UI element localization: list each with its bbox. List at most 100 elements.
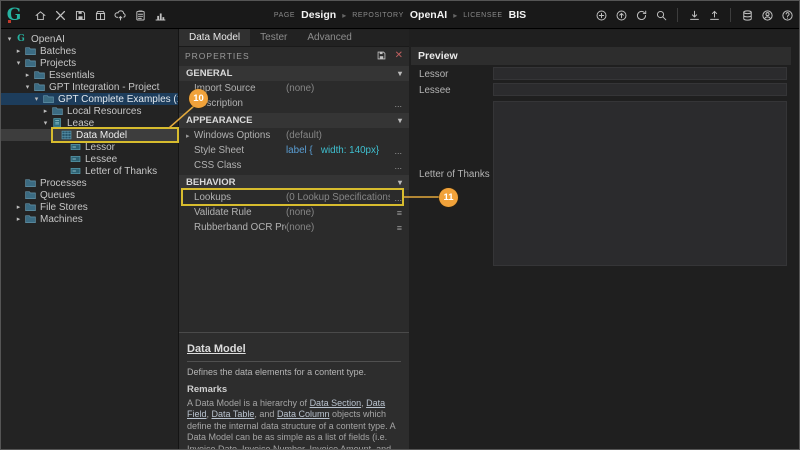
- help-pane: Data Model Defines the data elements for…: [179, 332, 409, 450]
- tree-item-letter-of-thanks[interactable]: Letter of Thanks: [1, 165, 179, 177]
- tree-item-lease[interactable]: ▾ Lease: [1, 117, 179, 129]
- page-value[interactable]: Design: [301, 9, 336, 21]
- upload-icon[interactable]: [707, 8, 721, 22]
- property-row-windows-options[interactable]: ▸Windows Options(default): [179, 128, 409, 143]
- property-value[interactable]: (none): [286, 222, 393, 233]
- property-row-css-class[interactable]: CSS Class...: [179, 158, 409, 173]
- close-properties-icon[interactable]: ✕: [395, 50, 403, 61]
- section-header-appearance[interactable]: APPEARANCE ▾: [179, 113, 409, 128]
- user-icon[interactable]: [760, 8, 774, 22]
- preview-input-lessor[interactable]: [493, 67, 787, 80]
- download-icon[interactable]: [687, 8, 701, 22]
- toolbar-right-icons: [594, 1, 794, 29]
- property-row-rubberband-ocr-profile[interactable]: Rubberband OCR Profile(none)≡: [179, 220, 409, 235]
- preview-input-lessee[interactable]: [493, 83, 787, 96]
- section-title: BEHAVIOR: [186, 177, 235, 188]
- tree-expander-icon[interactable]: ▾: [23, 83, 32, 91]
- chevron-down-icon[interactable]: ▾: [398, 69, 402, 78]
- folder-icon: [50, 105, 64, 117]
- tree-expander-icon[interactable]: ▸: [14, 47, 23, 55]
- property-row-lookups[interactable]: Lookups(0 Lookup Specifications)...: [179, 190, 409, 205]
- content-icon: [50, 117, 64, 129]
- save-properties-icon[interactable]: [375, 49, 389, 63]
- stats-icon[interactable]: [153, 8, 167, 22]
- section-title: APPEARANCE: [186, 115, 253, 126]
- properties-title: PROPERTIES: [185, 51, 375, 61]
- tree-expander-icon[interactable]: ▸: [41, 107, 50, 115]
- up-circle-icon[interactable]: [614, 8, 628, 22]
- tab-tester[interactable]: Tester: [250, 29, 297, 46]
- preview-textarea-letter-of-thanks[interactable]: [493, 101, 787, 266]
- property-value[interactable]: (0 Lookup Specifications): [286, 192, 390, 203]
- tasks-icon[interactable]: [133, 8, 147, 22]
- tab-data-model[interactable]: Data Model: [179, 29, 250, 46]
- tree-expander-icon[interactable]: ▸: [14, 215, 23, 223]
- section-header-behavior[interactable]: BEHAVIOR ▾: [179, 175, 409, 190]
- help-link-data-table[interactable]: Data Table: [212, 409, 255, 419]
- field-icon: [68, 153, 82, 165]
- tree-item-processes[interactable]: Processes: [1, 177, 179, 189]
- menu-button[interactable]: ≡: [397, 223, 402, 233]
- folder-icon: [41, 93, 55, 105]
- property-value[interactable]: label { width: 140px}: [286, 145, 390, 156]
- help-title-link[interactable]: Data Model: [187, 343, 246, 355]
- property-value-part: width: 140px}: [313, 145, 379, 156]
- property-value[interactable]: (default): [286, 130, 402, 141]
- batches-icon[interactable]: [93, 8, 107, 22]
- help-link-data-section[interactable]: Data Section: [310, 398, 362, 408]
- section-header-general[interactable]: GENERAL▾: [179, 66, 409, 81]
- tree-expander-icon[interactable]: ▾: [41, 119, 50, 127]
- tree-item-label: Lease: [67, 118, 94, 129]
- tree-item-data-model[interactable]: Data Model: [1, 129, 179, 141]
- tree-item-lessee[interactable]: Lessee: [1, 153, 179, 165]
- property-row-description[interactable]: Description...: [179, 96, 409, 111]
- help-icon[interactable]: [780, 8, 794, 22]
- add-circle-icon[interactable]: [594, 8, 608, 22]
- tab-bar: Data ModelTesterAdvanced: [179, 29, 409, 47]
- preview-field-label-lessee: Lessee: [419, 85, 451, 96]
- ellipsis-button[interactable]: ...: [394, 193, 402, 203]
- tree-expander-icon[interactable]: ▾: [5, 35, 14, 43]
- menu-button[interactable]: ≡: [397, 208, 402, 218]
- tree-item-lessor[interactable]: Lessor: [1, 141, 179, 153]
- property-value[interactable]: (none): [286, 83, 402, 94]
- help-link-data-column[interactable]: Data Column: [277, 409, 330, 419]
- home-icon[interactable]: [33, 8, 47, 22]
- tree-item-gpt-integration-project[interactable]: ▾GPT Integration - Project: [1, 81, 179, 93]
- tree-item-projects[interactable]: ▾Projects: [1, 57, 179, 69]
- ellipsis-button[interactable]: ...: [394, 99, 402, 109]
- ellipsis-button[interactable]: ...: [394, 161, 402, 171]
- cloud-upload-icon[interactable]: [113, 8, 127, 22]
- repository-value[interactable]: OpenAI: [410, 9, 447, 21]
- property-row-validate-rule[interactable]: Validate Rule(none)≡: [179, 205, 409, 220]
- tree-item-local-resources[interactable]: ▸Local Resources: [1, 105, 179, 117]
- grooper-logo: G: [1, 1, 27, 29]
- ellipsis-button[interactable]: ...: [394, 146, 402, 156]
- tree-expander-icon[interactable]: ▸: [23, 71, 32, 79]
- tools-icon[interactable]: [53, 8, 67, 22]
- tree-item-machines[interactable]: ▸Machines: [1, 213, 179, 225]
- save-icon[interactable]: [73, 8, 87, 22]
- tree-item-openai[interactable]: ▾GOpenAI: [1, 33, 179, 45]
- logo-dot: [8, 20, 11, 23]
- database-icon[interactable]: [740, 8, 754, 22]
- tree-item-label: OpenAI: [31, 34, 65, 45]
- property-row-import-source[interactable]: Import Source(none): [179, 81, 409, 96]
- tab-advanced[interactable]: Advanced: [297, 29, 361, 46]
- tree-expander-icon[interactable]: ▾: [14, 59, 23, 67]
- tree-item-queues[interactable]: Queues: [1, 189, 179, 201]
- tree-item-batches[interactable]: ▸Batches: [1, 45, 179, 57]
- search-icon[interactable]: [654, 8, 668, 22]
- tree-item-file-stores[interactable]: ▸File Stores: [1, 201, 179, 213]
- folder-icon: [23, 189, 37, 201]
- tree-item-gpt-complete-examples-1[interactable]: ▾GPT Complete Examples (1): [1, 93, 179, 105]
- tree-item-essentials[interactable]: ▸Essentials: [1, 69, 179, 81]
- chevron-down-icon[interactable]: ▾: [398, 178, 402, 187]
- property-row-style-sheet[interactable]: Style Sheetlabel { width: 140px}...: [179, 143, 409, 158]
- tree-expander-icon[interactable]: ▸: [14, 203, 23, 211]
- property-value[interactable]: (none): [286, 207, 393, 218]
- tree-expander-icon[interactable]: ▾: [32, 95, 41, 103]
- chevron-down-icon[interactable]: ▾: [398, 116, 402, 125]
- refresh-icon[interactable]: [634, 8, 648, 22]
- row-expander-icon[interactable]: ▸: [186, 132, 194, 140]
